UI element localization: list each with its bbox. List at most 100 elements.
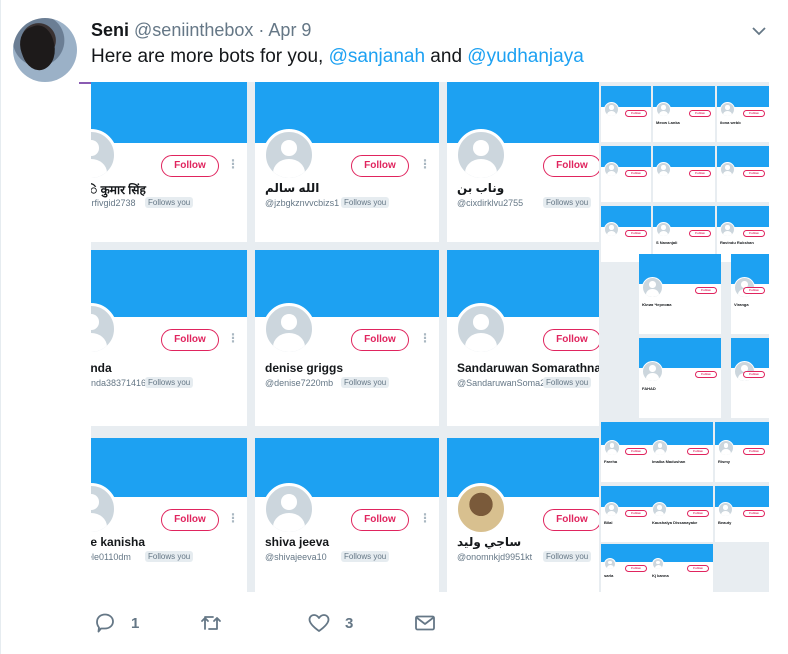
mini-profile-card[interactable]: Follow Viranga [731, 254, 769, 334]
mini-profile-card[interactable]: Follow Kj kanna [649, 544, 713, 592]
profile-name[interactable]: الله سالم [265, 181, 319, 195]
mini-profile-card[interactable]: Follow [731, 338, 769, 418]
mini-profile-card[interactable]: Follow [717, 146, 769, 202]
tweet[interactable]: Seni @seniinthebox · Apr 9 Here are more… [0, 0, 788, 654]
profile-avatar[interactable] [455, 483, 507, 535]
profile-avatar[interactable] [263, 483, 315, 535]
tweet-date[interactable]: Apr 9 [268, 20, 311, 40]
profile-avatar[interactable] [718, 502, 733, 517]
follow-button[interactable]: Follow [543, 509, 599, 531]
follow-button[interactable]: Follow [687, 565, 709, 572]
profile-card[interactable]: Follow ⋮ inda linda38371416Follows you [91, 250, 247, 426]
profile-name[interactable]: ilona webb [720, 120, 741, 125]
mini-profile-card[interactable]: Follow [601, 86, 651, 142]
profile-name[interactable]: sarla [604, 573, 613, 578]
profile-name[interactable]: Fareha [604, 459, 617, 464]
profile-avatar[interactable] [652, 439, 668, 456]
mention-link[interactable]: @sanjanah [329, 46, 425, 67]
profile-handle[interactable]: ele0110dm [91, 552, 131, 562]
follow-button[interactable]: Follow [695, 287, 717, 294]
profile-handle[interactable]: @onomnkjd9951kt [457, 552, 532, 562]
profile-avatar[interactable] [642, 277, 663, 298]
profile-avatar[interactable] [604, 439, 620, 456]
like-button[interactable]: 3 [307, 606, 353, 640]
profile-name[interactable]: Meow Lanka [656, 120, 680, 125]
follow-button[interactable]: Follow [689, 230, 711, 237]
profile-name[interactable]: denise griggs [265, 361, 343, 375]
follow-button[interactable]: Follow [625, 510, 647, 517]
follow-button[interactable]: Follow [743, 170, 765, 177]
profile-name[interactable]: ساجي وليد [457, 535, 521, 549]
more-options-icon[interactable]: ⋮ [419, 331, 431, 345]
follow-button[interactable]: Follow [743, 510, 765, 517]
chevron-down-icon[interactable] [752, 24, 766, 38]
profile-avatar[interactable] [455, 303, 507, 355]
follow-button[interactable]: Follow [687, 448, 709, 455]
profile-name[interactable]: le kanisha [91, 535, 145, 549]
profile-avatar[interactable] [604, 558, 616, 570]
profile-name[interactable]: Юлия Чернова [642, 302, 671, 307]
mini-profile-card[interactable]: Follow Imalka Madushan [649, 422, 713, 482]
more-options-icon[interactable]: ⋮ [419, 511, 431, 525]
follow-button[interactable]: Follow [695, 371, 717, 378]
mini-profile-card[interactable]: Follow Юлия Чернова [639, 254, 721, 334]
author-avatar[interactable] [13, 18, 77, 82]
profile-name[interactable]: Sandaruwan Somarathna [457, 361, 599, 375]
follow-button[interactable]: Follow [543, 155, 599, 177]
profile-card[interactable]: Follow ⋮ denise griggs @denise7220mb Follows… [255, 250, 439, 426]
profile-avatar[interactable] [604, 162, 619, 177]
follow-button[interactable]: Follow [543, 329, 599, 351]
follow-button[interactable]: Follow [351, 329, 409, 351]
follow-button[interactable]: Follow [687, 510, 709, 517]
follow-button[interactable]: Follow [625, 565, 647, 572]
profile-card[interactable]: Follow ساجي وليد @onomnkjd9951kt Follows yo… [447, 438, 599, 592]
profile-avatar[interactable] [656, 102, 671, 117]
more-options-icon[interactable]: ⋮ [227, 331, 239, 345]
author-handle[interactable]: @seniinthebox [134, 20, 253, 40]
reply-button[interactable]: 1 [93, 606, 139, 640]
profile-name[interactable]: Ravindu Rukshan [720, 240, 754, 245]
follow-button[interactable]: Follow [743, 287, 765, 294]
profile-avatar[interactable] [455, 129, 507, 181]
profile-card[interactable]: Follow ⋮ le kanisha ele0110dm Follows you [91, 438, 247, 592]
profile-handle[interactable]: linda38371416 [91, 378, 146, 388]
follow-button[interactable]: Follow [743, 448, 765, 455]
profile-avatar[interactable] [652, 502, 667, 517]
profile-name[interactable]: shiva jeeva [265, 535, 329, 549]
mini-profile-card[interactable]: Follow Rismy [715, 422, 769, 482]
profile-avatar[interactable] [263, 129, 315, 181]
profile-avatar[interactable] [720, 222, 735, 237]
mention-link[interactable]: @yudhanjaya [467, 46, 583, 67]
profile-name[interactable]: Bilal [604, 520, 612, 525]
mini-profile-card[interactable]: Follow ilona webb [717, 86, 769, 142]
follow-button[interactable]: Follow [351, 509, 409, 531]
follow-button[interactable]: Follow [625, 170, 647, 177]
mini-profile-card[interactable]: Follow Fareha [601, 422, 651, 482]
follow-button[interactable]: Follow [625, 230, 647, 237]
profile-name[interactable]: Kj kanna [652, 573, 669, 578]
profile-handle[interactable]: @denise7220mb [265, 378, 333, 388]
profile-name[interactable]: ि कुमार सिंह [91, 181, 146, 198]
profile-name[interactable]: Imalka Madushan [652, 459, 685, 464]
mini-profile-card[interactable]: Follow Meow Lanka [653, 86, 715, 142]
profile-name[interactable]: Beauty [718, 520, 731, 525]
mini-profile-card[interactable]: Follow [601, 146, 651, 202]
profile-name[interactable]: S Navanjali [656, 240, 677, 245]
more-options-icon[interactable]: ⋮ [227, 157, 239, 171]
more-options-icon[interactable]: ⋮ [419, 157, 431, 171]
profile-handle[interactable]: @shivajeeva10 [265, 552, 327, 562]
follow-button[interactable]: Follow [625, 110, 647, 117]
profile-avatar[interactable] [604, 222, 619, 237]
profile-avatar[interactable] [720, 162, 735, 177]
follow-button[interactable]: Follow [161, 509, 219, 531]
profile-handle[interactable]: zrfivgid2738 [91, 198, 136, 208]
mini-profile-card[interactable]: Follow Bilal [601, 486, 651, 542]
profile-name[interactable]: Kaushalya Dissanayake [652, 520, 697, 525]
profile-card[interactable]: Follow وناب بن @cixdirklvu2755 Follows you [447, 82, 599, 242]
profile-name[interactable]: Rismy [718, 459, 730, 464]
follow-button[interactable]: Follow [743, 110, 765, 117]
retweet-button[interactable] [199, 606, 237, 640]
profile-card[interactable]: Follow Sandaruwan Somarathna @SandaruwanSo… [447, 250, 599, 426]
mini-profile-card[interactable]: Follow FAHAD [639, 338, 721, 418]
profile-handle[interactable]: @cixdirklvu2755 [457, 198, 523, 208]
